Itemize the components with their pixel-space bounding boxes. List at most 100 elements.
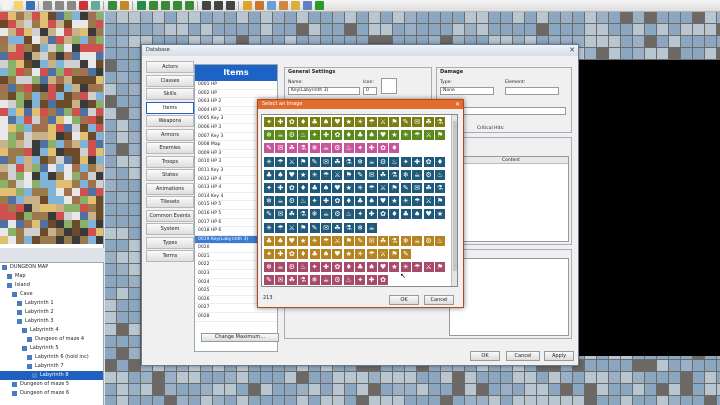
icon-cell[interactable]: ✿ — [286, 117, 297, 127]
tileset-tile[interactable] — [64, 236, 72, 244]
icon-cell[interactable]: ☂ — [275, 222, 286, 233]
icon-cell[interactable]: ♠ — [275, 235, 286, 246]
tileset-tile[interactable] — [8, 148, 16, 156]
icon-cell[interactable]: ☂ — [366, 183, 377, 193]
tileset-tile[interactable] — [32, 68, 40, 76]
map-tree-item[interactable]: Labyrinth 7 — [0, 362, 103, 371]
map-tile[interactable] — [633, 372, 644, 383]
icon-cell[interactable]: ✎ — [400, 249, 411, 259]
tileset-tile[interactable] — [24, 108, 32, 116]
tileset-tile[interactable] — [56, 204, 64, 212]
map-tile[interactable] — [513, 384, 524, 395]
tileset-tile[interactable] — [16, 100, 24, 108]
map-tile[interactable] — [645, 360, 656, 371]
map-tile[interactable] — [705, 384, 716, 395]
tileset-tile[interactable] — [80, 20, 88, 28]
tileset-tile[interactable] — [80, 188, 88, 196]
map-tile[interactable] — [105, 192, 116, 203]
tileset-tile[interactable] — [56, 108, 64, 116]
map-tile[interactable] — [117, 180, 128, 191]
map-tile[interactable] — [105, 336, 116, 347]
map-tile[interactable] — [129, 180, 140, 191]
tileset-tile[interactable] — [0, 76, 8, 84]
tileset-tile[interactable] — [32, 164, 40, 172]
icon-cell[interactable]: ♨ — [343, 143, 354, 154]
map-tile[interactable] — [129, 108, 140, 119]
icon-cell[interactable]: ♥ — [332, 117, 343, 127]
map-tile[interactable] — [705, 360, 716, 371]
map-tile[interactable] — [297, 12, 308, 23]
map-tile[interactable] — [165, 372, 176, 383]
map-tile[interactable] — [117, 48, 128, 59]
map-tile[interactable] — [585, 360, 596, 371]
icon-cell[interactable]: ❄ — [400, 169, 411, 180]
map-tile[interactable] — [117, 348, 128, 359]
tileset-tile[interactable] — [72, 36, 80, 44]
icon-cell[interactable]: ✚ — [275, 249, 286, 259]
map-tile[interactable] — [321, 384, 332, 395]
map-tile[interactable] — [105, 228, 116, 239]
map-tile[interactable] — [681, 12, 692, 23]
tileset-tile[interactable] — [96, 172, 104, 180]
tileset-tile[interactable] — [32, 36, 40, 44]
icon-cell[interactable]: ♠ — [366, 130, 377, 141]
icon-cell[interactable]: ★ — [389, 262, 400, 273]
tileset-tile[interactable] — [24, 60, 32, 68]
tileset-tile[interactable] — [40, 228, 48, 236]
tileset-tile[interactable] — [32, 132, 40, 140]
tileset-tile[interactable] — [40, 180, 48, 188]
tileset-tile[interactable] — [0, 180, 8, 188]
icon-cell[interactable]: ⚔ — [378, 117, 388, 127]
tileset-tile[interactable] — [32, 52, 40, 60]
icon-cell[interactable]: ☕ — [275, 262, 286, 273]
map-tile[interactable] — [105, 60, 116, 71]
map-tile[interactable] — [441, 384, 452, 395]
icon-cell[interactable]: ☂ — [366, 117, 377, 127]
icon-cell[interactable]: ☂ — [412, 262, 423, 273]
map-tree-item[interactable]: Island — [0, 281, 103, 290]
tileset-tile[interactable] — [32, 204, 40, 212]
icon-cell[interactable]: ♣ — [309, 117, 320, 127]
tileset-tile[interactable] — [88, 132, 96, 140]
tileset-tile[interactable] — [96, 132, 104, 140]
icon-cell[interactable]: ⚑ — [298, 156, 309, 167]
map-tile[interactable] — [225, 372, 236, 383]
icon-cell[interactable]: ✚ — [321, 130, 331, 141]
icon-cell[interactable]: ♦ — [343, 262, 354, 273]
tileset-tile[interactable] — [40, 20, 48, 28]
map-tile[interactable] — [129, 360, 140, 371]
map-tile[interactable] — [453, 396, 464, 405]
tileset-tile[interactable] — [48, 52, 56, 60]
map-tile[interactable] — [105, 288, 116, 299]
tileset-tile[interactable] — [48, 84, 56, 92]
tileset-tile[interactable] — [88, 172, 96, 180]
tileset-tile[interactable] — [80, 44, 88, 52]
tileset-tile[interactable] — [64, 212, 72, 220]
map-tile[interactable] — [705, 24, 716, 35]
icon-cell[interactable]: ♦ — [343, 130, 354, 141]
map-tile[interactable] — [105, 300, 116, 311]
icon-preview[interactable] — [381, 78, 397, 94]
tileset-tile[interactable] — [0, 92, 8, 100]
icon-cell[interactable]: ★ — [343, 249, 354, 259]
tileset-tile[interactable] — [56, 100, 64, 108]
tileset-tile[interactable] — [96, 196, 104, 204]
map-tile[interactable] — [369, 384, 380, 395]
icon-cell[interactable]: ⚙ — [286, 196, 297, 207]
map-tile[interactable] — [669, 48, 680, 59]
map-tile[interactable] — [681, 24, 692, 35]
icon-cell[interactable]: ★ — [298, 169, 309, 180]
map-tile[interactable] — [117, 240, 128, 251]
icon-cell[interactable]: ✚ — [366, 143, 377, 154]
map-tile[interactable] — [249, 384, 260, 395]
tileset-tile[interactable] — [16, 188, 24, 196]
map-tile[interactable] — [129, 396, 140, 405]
icon-cell[interactable]: ✚ — [275, 117, 286, 127]
map-tile[interactable] — [129, 132, 140, 143]
tileset-tile[interactable] — [0, 44, 8, 52]
icon-cell[interactable]: ⚗ — [389, 235, 400, 246]
map-tile[interactable] — [585, 396, 596, 405]
map-tile[interactable] — [465, 24, 476, 35]
tileset-tile[interactable] — [88, 196, 96, 204]
map-tile[interactable] — [117, 204, 128, 215]
